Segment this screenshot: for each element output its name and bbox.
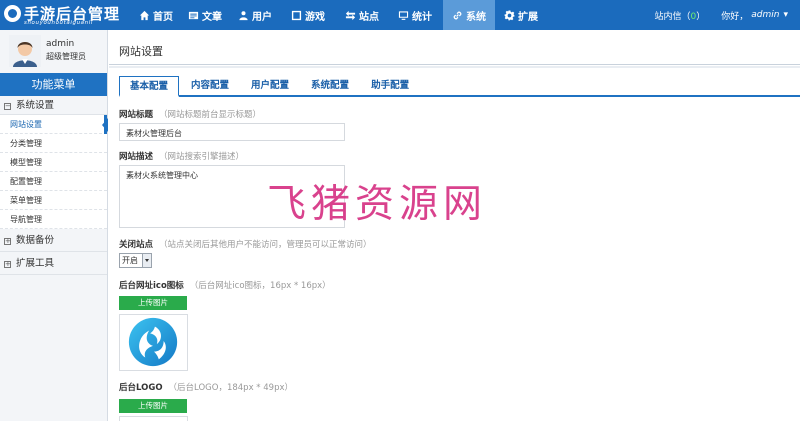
- logo-hint: （后台LOGO，184px * 49px）: [168, 383, 293, 393]
- current-username[interactable]: admin: [751, 10, 779, 20]
- tab-system[interactable]: 系统配置: [301, 76, 359, 95]
- monitor-icon: [398, 10, 409, 20]
- page-title: 网站设置: [119, 45, 163, 58]
- gear-icon: [504, 9, 515, 21]
- nav-extend[interactable]: 扩展: [495, 0, 547, 30]
- main-content: 网站设置 基本配置 内容配置 用户配置 系统配置 助手配置 网站标题 （网站标题前…: [109, 30, 800, 421]
- collapse-icon: −: [4, 102, 11, 110]
- logo-label: 后台LOGO （后台LOGO，184px * 49px）: [119, 381, 293, 393]
- avatar: [9, 35, 41, 67]
- logo-subtitle: shouyouhoutaiguanli: [24, 20, 93, 26]
- menu-title: 功能菜单: [0, 73, 107, 96]
- close-site-label: 关闭站点 （站点关闭后其他用户不能访问，管理员可以正常访问）: [119, 238, 372, 250]
- sidebar-item-category[interactable]: 分类管理: [0, 134, 107, 153]
- nav-article[interactable]: 文章: [179, 0, 231, 30]
- nav-home-label: 首页: [153, 11, 173, 23]
- top-bar: 手游后台管理 shouyouhoutaiguanli 首页 文章 用户 游戏 站…: [0, 0, 800, 30]
- sidebar-group-label: 扩展工具: [16, 258, 55, 269]
- home-icon: [139, 10, 150, 20]
- site-icon: [345, 10, 356, 20]
- nav-game-label: 游戏: [305, 11, 325, 23]
- app-logo[interactable]: 手游后台管理 shouyouhoutaiguanli: [4, 2, 119, 28]
- sidebar-group-label: 系统设置: [16, 100, 55, 111]
- top-right-info: 站内信（0） 你好， admin ▾: [654, 0, 788, 30]
- close-site-value: 开启: [122, 256, 138, 265]
- favicon-upload-button[interactable]: 上传图片: [119, 296, 187, 310]
- nav-system[interactable]: 系统: [443, 0, 495, 30]
- user-icon: [239, 10, 248, 20]
- game-icon: [291, 10, 302, 20]
- nav-user[interactable]: 用户: [231, 0, 279, 30]
- article-icon: [188, 11, 199, 19]
- sidebar-item-menu[interactable]: 菜单管理: [0, 191, 107, 210]
- nav-site-label: 站点: [359, 11, 379, 23]
- site-title-input[interactable]: 素材火管理后台: [119, 123, 345, 141]
- nav-home[interactable]: 首页: [133, 0, 179, 30]
- favicon-image: [128, 317, 178, 367]
- site-title-hint: （网站标题前台显示标题）: [159, 110, 262, 120]
- sidebar-group-label: 数据备份: [16, 235, 55, 246]
- site-desc-hint: （网站搜索引擎描述）: [159, 152, 245, 162]
- close-site-hint: （站点关闭后其他用户不能访问，管理员可以正常访问）: [159, 240, 372, 250]
- site-title-label: 网站标题 （网站标题前台显示标题）: [119, 108, 261, 120]
- greeting: 你好，: [721, 11, 749, 22]
- user-menu-caret-icon[interactable]: ▾: [783, 10, 788, 20]
- expand-icon: +: [4, 260, 11, 268]
- site-desc-label: 网站描述 （网站搜索引擎描述）: [119, 150, 244, 162]
- nav-extend-label: 扩展: [518, 11, 538, 23]
- tab-basic[interactable]: 基本配置: [119, 76, 180, 97]
- link-icon: [453, 11, 462, 19]
- logo-mark-icon: [4, 5, 21, 22]
- tab-assistant[interactable]: 助手配置: [361, 76, 419, 95]
- title-divider-shadow: [109, 66, 800, 68]
- nav-site[interactable]: 站点: [337, 0, 387, 30]
- config-tabs: 基本配置 内容配置 用户配置 系统配置 助手配置: [119, 76, 800, 97]
- chevron-down-icon: [142, 254, 151, 267]
- tab-content[interactable]: 内容配置: [181, 76, 239, 95]
- favicon-preview: [119, 314, 188, 371]
- tab-user[interactable]: 用户配置: [241, 76, 299, 95]
- nav-article-label: 文章: [202, 11, 222, 23]
- sidebar-item-config[interactable]: 配置管理: [0, 172, 107, 191]
- site-title-label-text: 网站标题: [119, 110, 154, 120]
- messages-close: ）: [696, 11, 706, 22]
- logo-upload-button[interactable]: 上传图片: [119, 399, 187, 413]
- sidebar-item-site-settings[interactable]: 网站设置: [0, 115, 108, 134]
- nav-stats-label: 统计: [412, 11, 432, 23]
- main-nav: 首页 文章 用户 游戏 站点 统计 系统 扩展: [133, 0, 547, 30]
- sidebar-item-model[interactable]: 模型管理: [0, 153, 107, 172]
- favicon-hint: （后台网址ico图标，16px * 16px）: [189, 281, 331, 291]
- logo-label-text: 后台LOGO: [119, 383, 163, 393]
- title-divider: [109, 64, 800, 65]
- nav-user-label: 用户: [252, 11, 272, 23]
- close-site-select[interactable]: 开启: [119, 253, 152, 268]
- expand-icon: +: [4, 237, 11, 245]
- favicon-label-text: 后台网址ico图标: [119, 281, 184, 291]
- sidebar-group-data-backup[interactable]: + 数据备份: [0, 229, 107, 252]
- profile-name: admin: [46, 39, 75, 49]
- nav-game[interactable]: 游戏: [279, 0, 337, 30]
- sidebar-group-system-settings[interactable]: − 系统设置: [0, 96, 107, 115]
- profile-role: 超级管理员: [46, 52, 86, 61]
- messages-label: 站内信（: [654, 11, 691, 22]
- sidebar: admin 超级管理员 功能菜单 − 系统设置 网站设置 分类管理 模型管理 配置…: [0, 30, 108, 421]
- user-profile: admin 超级管理员: [0, 30, 107, 73]
- logo-preview: [119, 416, 188, 421]
- sidebar-group-extend-tools[interactable]: + 扩展工具: [0, 252, 107, 275]
- nav-system-label: 系统: [466, 11, 486, 23]
- site-desc-label-text: 网站描述: [119, 152, 154, 162]
- sidebar-item-navigation[interactable]: 导航管理: [0, 210, 107, 229]
- close-site-label-text: 关闭站点: [119, 240, 154, 250]
- nav-stats[interactable]: 统计: [387, 0, 443, 30]
- watermark-text: 飞猪资源网: [267, 182, 488, 227]
- favicon-label: 后台网址ico图标 （后台网址ico图标，16px * 16px）: [119, 279, 331, 291]
- messages-link[interactable]: 站内信（0）: [654, 9, 705, 22]
